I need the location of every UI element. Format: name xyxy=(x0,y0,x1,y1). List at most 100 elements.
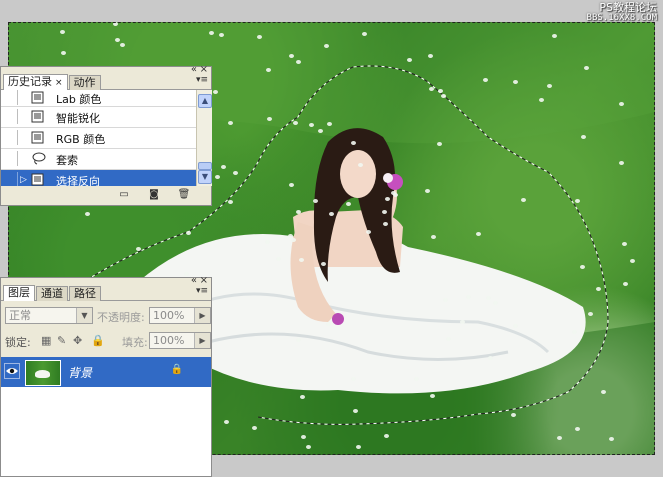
lock-all-padlock-icon[interactable]: 🔒 xyxy=(91,334,105,347)
white-flower-fleck xyxy=(293,121,298,125)
tab-channels[interactable]: 通道 xyxy=(36,286,68,301)
scroll-down-icon[interactable]: ▼ xyxy=(198,170,212,184)
snapshot-source-checkbox[interactable] xyxy=(3,130,18,145)
white-flower-fleck xyxy=(113,22,118,26)
tab-paths[interactable]: 路径 xyxy=(69,286,101,301)
history-item-lasso[interactable]: 套索 xyxy=(1,149,196,170)
white-flower-fleck xyxy=(407,58,412,62)
history-item-inverse-selected[interactable]: ▷ 选择反向 xyxy=(1,170,196,186)
white-flower-fleck xyxy=(120,43,125,47)
white-flower-fleck xyxy=(353,409,358,413)
white-flower-fleck xyxy=(382,210,387,214)
white-flower-fleck xyxy=(437,142,442,146)
tab-history[interactable]: 历史记录 × xyxy=(3,74,68,90)
history-item-label: 选择反向 xyxy=(56,175,100,186)
lock-image-brush-icon[interactable]: ✎ xyxy=(57,334,66,347)
white-flower-fleck xyxy=(257,35,262,39)
white-flower-fleck xyxy=(327,122,332,126)
fill-value: 100% xyxy=(153,334,185,347)
white-flower-fleck xyxy=(186,231,191,235)
white-flower-fleck xyxy=(581,135,586,139)
white-flower-fleck xyxy=(318,129,323,133)
snapshot-source-checkbox[interactable] xyxy=(3,172,18,186)
opacity-label: 不透明度: xyxy=(97,311,145,324)
eye-visibility-icon[interactable] xyxy=(4,363,20,379)
layers-list-empty-area[interactable] xyxy=(1,387,211,476)
white-flower-fleck xyxy=(324,44,329,48)
history-footer: ▭ ◙ 🗑 xyxy=(1,187,211,205)
white-flower-fleck xyxy=(213,90,218,94)
panel-menu-icon[interactable]: ▾≡ xyxy=(196,286,208,296)
white-flower-fleck xyxy=(466,295,471,299)
white-flower-fleck xyxy=(557,436,562,440)
white-flower-fleck xyxy=(321,262,326,266)
white-flower-fleck xyxy=(483,78,488,82)
lock-transparency-icon[interactable]: ▦ xyxy=(41,334,51,347)
history-item-lab[interactable]: Lab 颜色 xyxy=(1,90,196,107)
white-flower-fleck xyxy=(513,324,518,328)
white-flower-fleck xyxy=(619,102,624,106)
white-flower-fleck xyxy=(460,320,465,324)
snapshot-source-checkbox[interactable] xyxy=(3,109,18,124)
scroll-thumb[interactable] xyxy=(198,162,212,170)
current-state-marker-icon: ▷ xyxy=(20,175,27,185)
blend-mode-value: 正常 xyxy=(9,309,31,322)
layer-row-background[interactable]: 背景 🔒 xyxy=(1,357,211,387)
white-flower-fleck xyxy=(309,123,314,127)
fill-field[interactable]: 100% ▶ xyxy=(149,332,211,349)
snapshot-source-checkbox[interactable] xyxy=(3,90,18,105)
white-flower-fleck xyxy=(184,272,189,276)
history-item-smart-sharpen[interactable]: 智能锐化 xyxy=(1,107,196,128)
chevron-right-icon[interactable]: ▶ xyxy=(194,308,210,323)
white-flower-fleck xyxy=(429,87,434,91)
white-flower-fleck xyxy=(414,377,419,381)
history-panel: « × 历史记录 × 动作 ▾≡ Lab 颜色 智能锐化 RGB 颜色 套索 ▷… xyxy=(0,65,212,206)
snapshot-camera-icon[interactable]: ◙ xyxy=(147,189,161,201)
white-flower-fleck xyxy=(85,212,90,216)
layer-name[interactable]: 背景 xyxy=(68,364,92,381)
white-flower-fleck xyxy=(539,98,544,102)
history-item-rgb[interactable]: RGB 颜色 xyxy=(1,128,196,149)
white-flower-fleck xyxy=(266,68,271,72)
white-flower-fleck xyxy=(228,121,233,125)
chevron-down-icon[interactable]: ▼ xyxy=(76,308,92,323)
snapshot-source-checkbox[interactable] xyxy=(3,151,18,166)
tab-close-icon[interactable]: × xyxy=(55,78,63,88)
white-flower-fleck xyxy=(233,171,238,175)
white-flower-fleck xyxy=(441,94,446,98)
white-flower-fleck xyxy=(296,60,301,64)
white-flower-fleck xyxy=(430,394,435,398)
white-flower-fleck xyxy=(384,434,389,438)
white-flower-fleck xyxy=(61,51,66,55)
history-scrollbar[interactable]: ▲ ▼ xyxy=(196,90,212,186)
white-flower-fleck xyxy=(513,80,518,84)
tab-history-label: 历史记录 xyxy=(8,75,52,88)
watermark: PS教程论坛 BBS.16XX8.COM xyxy=(587,2,657,24)
white-flower-fleck xyxy=(630,259,635,263)
watermark-site-name: PS教程论坛 xyxy=(599,1,657,14)
white-flower-fleck xyxy=(346,202,351,206)
white-flower-fleck xyxy=(547,84,552,88)
panel-menu-icon[interactable]: ▾≡ xyxy=(196,75,208,85)
white-flower-fleck xyxy=(276,257,281,261)
scroll-up-icon[interactable]: ▲ xyxy=(198,94,212,108)
history-list[interactable]: Lab 颜色 智能锐化 RGB 颜色 套索 ▷ 选择反向 xyxy=(1,90,196,186)
lock-position-move-icon[interactable]: ✥ xyxy=(73,334,82,347)
opacity-field[interactable]: 100% ▶ xyxy=(149,307,211,324)
white-flower-fleck xyxy=(215,175,220,179)
chevron-right-icon[interactable]: ▶ xyxy=(194,333,210,348)
history-item-label: Lab 颜色 xyxy=(56,93,102,106)
white-flower-fleck xyxy=(446,337,451,341)
tab-actions[interactable]: 动作 xyxy=(68,75,101,90)
tab-layers[interactable]: 图层 xyxy=(3,285,35,301)
new-document-from-state-icon[interactable]: ▭ xyxy=(117,189,131,201)
white-flower-fleck xyxy=(431,235,436,239)
white-flower-fleck xyxy=(521,198,526,202)
blend-mode-select[interactable]: 正常 ▼ xyxy=(5,307,93,324)
white-flower-fleck xyxy=(443,298,448,302)
white-flower-fleck xyxy=(356,445,361,449)
delete-trash-icon[interactable]: 🗑 xyxy=(177,189,191,201)
blend-opacity-row: 正常 ▼ 不透明度: 100% ▶ xyxy=(5,307,211,327)
white-flower-fleck xyxy=(291,238,296,242)
opacity-value: 100% xyxy=(153,309,185,322)
